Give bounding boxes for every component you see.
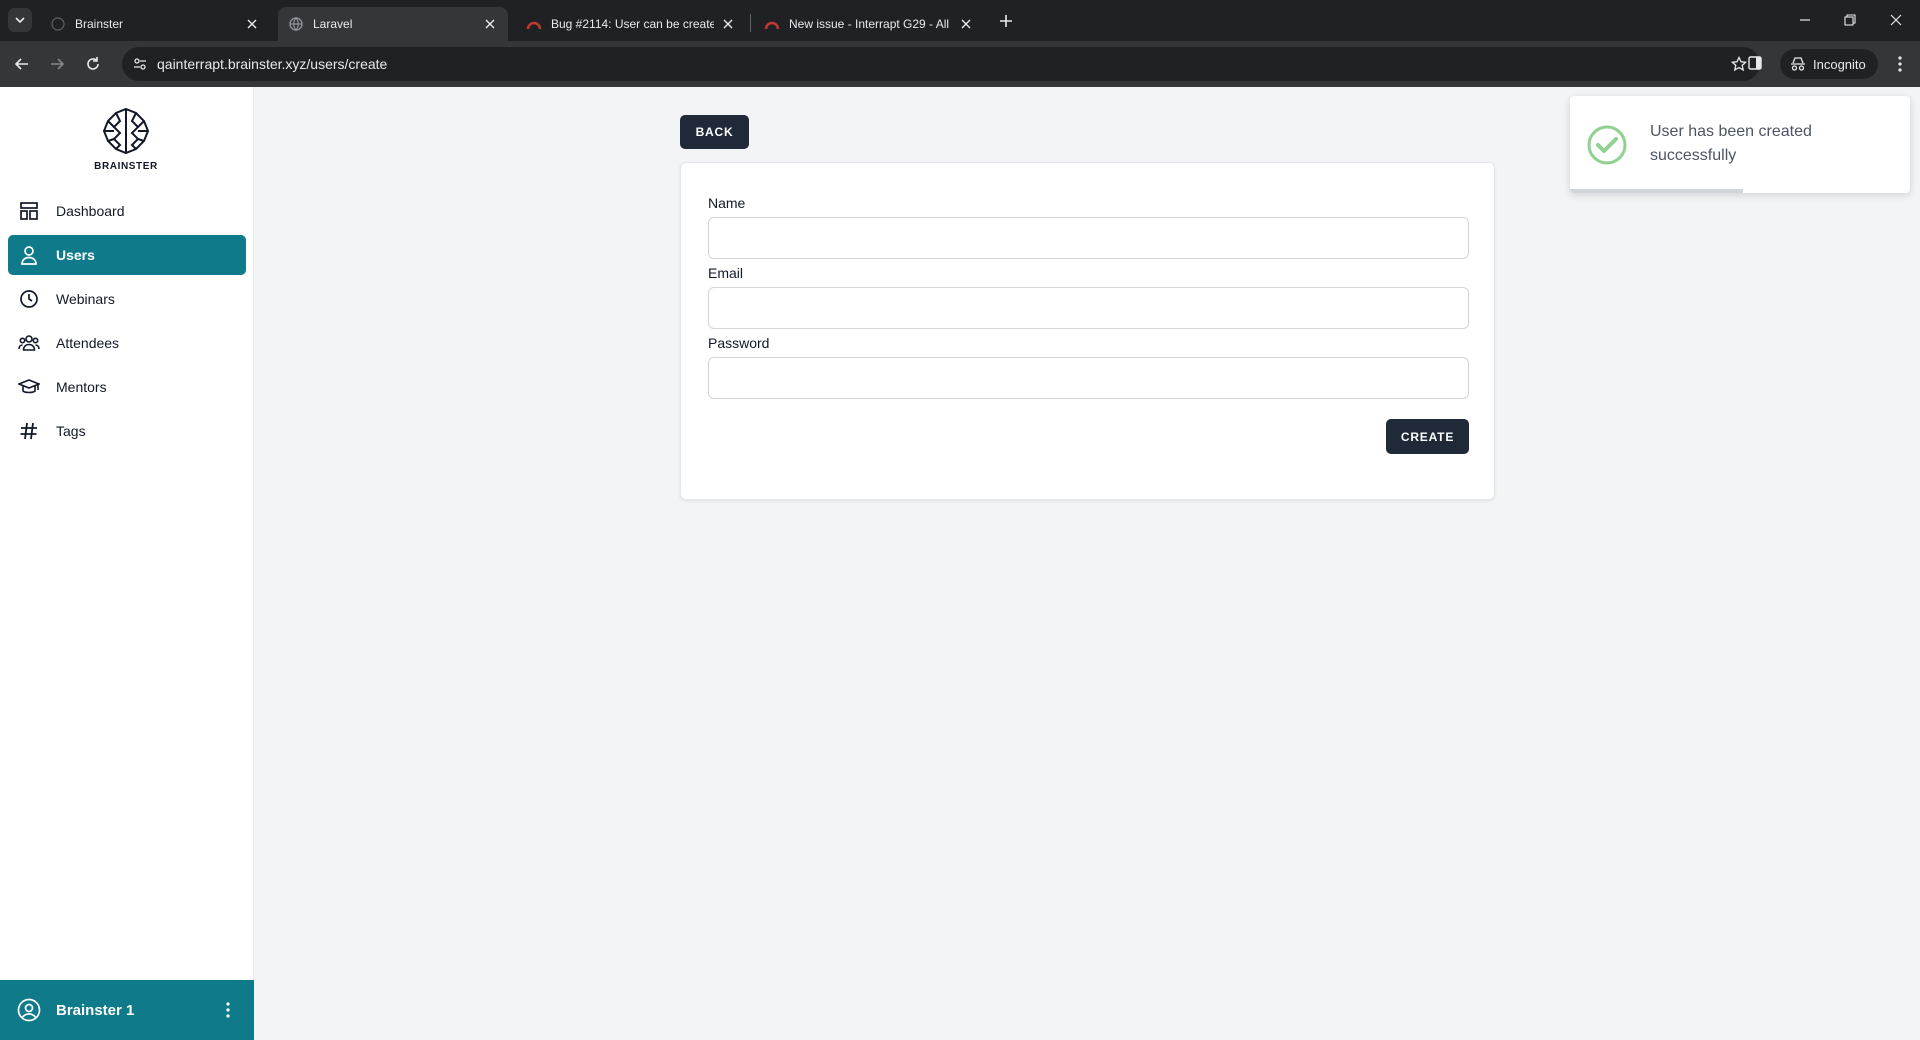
sidebar-item-users[interactable]: Users xyxy=(8,235,246,275)
sidebar-item-dashboard[interactable]: Dashboard xyxy=(8,191,246,231)
brainster-logo[interactable]: BRAINSTER xyxy=(94,105,158,172)
forward-nav-button[interactable] xyxy=(45,52,69,76)
tab-title: Bug #2114: User can be created xyxy=(551,17,714,31)
success-toast[interactable]: User has been created successfully xyxy=(1570,96,1910,193)
sidebar-item-attendees[interactable]: Attendees xyxy=(8,323,246,363)
dashboard-icon xyxy=(17,199,41,223)
url-text: qainterrapt.brainster.xyz/users/create xyxy=(157,56,388,72)
close-icon[interactable] xyxy=(244,16,260,32)
tab-title: Brainster xyxy=(75,17,124,31)
incognito-badge[interactable]: Incognito xyxy=(1780,49,1878,79)
user-icon xyxy=(17,243,41,267)
browser-tab-new-issue[interactable]: New issue - Interrapt G29 - All xyxy=(754,7,984,41)
hash-icon xyxy=(17,419,41,443)
site-settings-icon[interactable] xyxy=(132,56,148,72)
tab-separator xyxy=(750,14,751,32)
back-button[interactable]: BACK xyxy=(680,115,749,149)
browser-toolbar: qainterrapt.brainster.xyz/users/create I… xyxy=(0,41,1920,87)
people-icon xyxy=(17,331,41,355)
user-circle-icon xyxy=(16,997,42,1023)
browser-tab-brainster[interactable]: Brainster xyxy=(40,7,270,41)
sidebar-item-label: Attendees xyxy=(56,335,120,351)
tab-title: Laravel xyxy=(313,17,353,31)
redmine-icon xyxy=(526,16,542,32)
restore-icon xyxy=(1844,14,1856,26)
close-icon xyxy=(1890,14,1902,26)
browser-menu-button[interactable] xyxy=(1888,52,1912,76)
globe-icon xyxy=(288,16,304,32)
sidebar-item-mentors[interactable]: Mentors xyxy=(8,367,246,407)
close-icon[interactable] xyxy=(720,16,736,32)
email-field[interactable] xyxy=(708,287,1469,329)
incognito-label: Incognito xyxy=(1813,56,1866,72)
side-panel-icon xyxy=(1748,56,1762,70)
back-nav-button[interactable] xyxy=(10,52,34,76)
close-icon[interactable] xyxy=(482,16,498,32)
close-window-button[interactable] xyxy=(1886,10,1906,30)
arrow-right-icon xyxy=(51,58,65,70)
sidebar: BRAINSTER Dashboard Users Webinars Atten… xyxy=(0,87,254,1040)
check-circle-icon xyxy=(1587,125,1627,165)
sidebar-item-label: Mentors xyxy=(56,379,107,395)
incognito-icon xyxy=(1791,57,1805,71)
restore-button[interactable] xyxy=(1840,10,1860,30)
address-bar[interactable]: qainterrapt.brainster.xyz/users/create xyxy=(122,47,1760,81)
toast-message: User has been created successfully xyxy=(1650,123,1812,164)
arrow-left-icon xyxy=(14,58,28,70)
tab-title: New issue - Interrapt G29 - All xyxy=(789,17,950,31)
sidebar-user-bar[interactable]: Brainster 1 xyxy=(0,980,254,1040)
email-label: Email xyxy=(708,265,744,281)
sidebar-item-label: Users xyxy=(56,247,95,263)
tab-search-button[interactable] xyxy=(8,8,32,32)
close-icon[interactable] xyxy=(958,16,974,32)
password-label: Password xyxy=(708,335,770,351)
sidebar-item-label: Dashboard xyxy=(56,203,125,219)
sidebar-item-label: Webinars xyxy=(56,291,115,307)
name-label: Name xyxy=(708,195,746,211)
clock-icon xyxy=(17,287,41,311)
browser-tab-laravel[interactable]: Laravel xyxy=(278,7,508,41)
sidebar-nav: Dashboard Users Webinars Attendees Mento… xyxy=(8,191,246,455)
sidebar-item-tags[interactable]: Tags xyxy=(8,411,246,451)
browser-tab-bar: Brainster Laravel Bug #2114: User can be… xyxy=(0,0,1920,41)
more-vertical-icon xyxy=(1898,56,1902,72)
minimize-icon xyxy=(1800,19,1810,21)
new-tab-button[interactable] xyxy=(995,10,1017,32)
password-field[interactable] xyxy=(708,357,1469,399)
reload-button[interactable] xyxy=(81,52,105,76)
toast-progress-bar xyxy=(1570,189,1744,193)
graduation-cap-icon xyxy=(17,375,41,399)
minimize-button[interactable] xyxy=(1795,10,1815,30)
side-panel-button[interactable] xyxy=(1744,52,1766,74)
create-button[interactable]: CREATE xyxy=(1386,419,1469,454)
browser-tab-bug[interactable]: Bug #2114: User can be created xyxy=(516,7,746,41)
redmine-icon xyxy=(764,16,780,32)
plus-icon xyxy=(1000,15,1012,27)
chevron-down-icon xyxy=(15,17,25,24)
sidebar-item-label: Tags xyxy=(56,423,86,439)
create-user-form: Name Email Password CREATE xyxy=(680,162,1495,500)
globe-icon xyxy=(50,16,66,32)
sidebar-item-webinars[interactable]: Webinars xyxy=(8,279,246,319)
logo-text: BRAINSTER xyxy=(94,161,158,172)
brain-logo-icon xyxy=(102,107,150,155)
name-field[interactable] xyxy=(708,217,1469,259)
more-vertical-icon[interactable] xyxy=(216,998,240,1022)
user-name: Brainster 1 xyxy=(56,1001,135,1019)
reload-icon xyxy=(87,57,99,70)
